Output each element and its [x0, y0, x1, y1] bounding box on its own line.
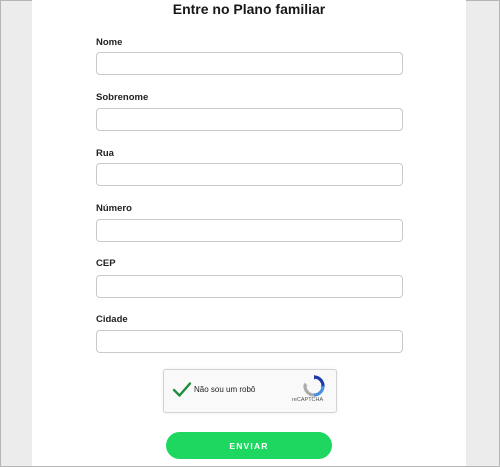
form-title: Entre no Plano familiar	[172, 1, 326, 17]
captcha-label: Não sou um robô	[194, 385, 256, 394]
rua-input[interactable]	[96, 163, 403, 186]
field-label-sobrenome: Sobrenome	[96, 92, 149, 103]
form-panel: Entre no Plano familiar Nome Sobrenome R…	[32, 0, 466, 466]
recaptcha-widget: Não sou um robô reCAPTCHA	[163, 369, 337, 413]
nome-input[interactable]	[96, 52, 403, 75]
field-label-numero: Número	[96, 203, 132, 214]
numero-input[interactable]	[96, 219, 403, 242]
recaptcha-brand: reCAPTCHA	[292, 397, 324, 403]
field-label-cidade: Cidade	[96, 314, 128, 325]
cidade-input[interactable]	[96, 330, 403, 353]
field-label-rua: Rua	[96, 148, 114, 159]
sobrenome-input[interactable]	[96, 108, 403, 131]
enviar-button[interactable]: ENVIAR	[166, 432, 332, 459]
recaptcha-logo-icon	[303, 375, 325, 397]
field-label-nome: Nome	[96, 37, 123, 48]
checkmark-icon[interactable]	[172, 380, 192, 400]
cep-input[interactable]	[96, 275, 403, 298]
field-label-cep: CEP	[96, 258, 116, 269]
